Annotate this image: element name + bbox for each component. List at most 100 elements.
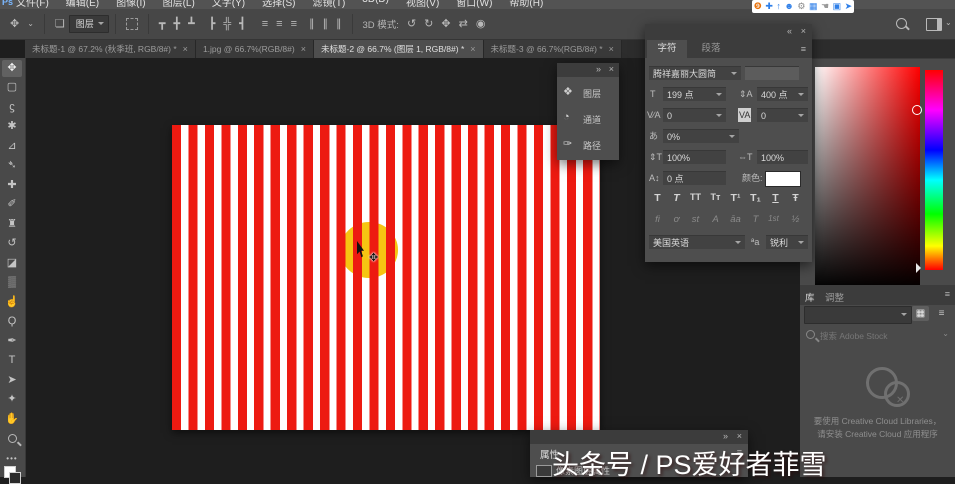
tab-paragraph[interactable]: 段落 — [691, 40, 731, 58]
canvas[interactable] — [172, 125, 600, 430]
eyedropper-tool[interactable]: ➴ — [2, 157, 22, 174]
align-vcenter-icon[interactable]: ╋ — [173, 9, 180, 39]
collapse-icon[interactable]: » — [723, 431, 728, 441]
panel-menu-icon[interactable]: ≡ — [945, 289, 950, 299]
hue-slider[interactable] — [925, 70, 943, 270]
panel-menu-icon[interactable]: ≡ — [801, 44, 806, 54]
add-icon[interactable]: ✚ — [765, 0, 773, 13]
flyout-item-layers[interactable]: 图层 — [583, 87, 601, 100]
gradient-tool[interactable]: ▒ — [2, 274, 22, 291]
expand-icon[interactable]: » — [596, 64, 601, 74]
stylistic-alternates-button[interactable]: āa — [727, 214, 744, 225]
titling-alternates-button[interactable]: T — [747, 214, 764, 225]
smudge-tool[interactable]: ☝ — [2, 294, 22, 311]
underline-button[interactable]: T — [767, 192, 784, 204]
font-size-field[interactable]: 199 点 — [663, 87, 726, 101]
align-left-icon[interactable]: ┣ — [209, 9, 216, 39]
lasso-tool[interactable]: ϛ — [2, 99, 22, 116]
discretionary-ligatures-button[interactable]: st — [687, 214, 704, 225]
shape-tool[interactable]: ✦ — [2, 391, 22, 408]
language-dropdown[interactable]: 美国英语 — [649, 235, 745, 249]
document-tab[interactable]: 未标题-3 @ 66.7%(RGB/8#) * × — [483, 39, 622, 58]
zoom-tool[interactable] — [2, 430, 22, 447]
close-icon[interactable]: × — [609, 64, 614, 74]
distribute-top-icon[interactable]: ≡ — [262, 9, 268, 39]
channels-icon[interactable]: ◔ — [563, 111, 570, 123]
vertical-scale-field[interactable]: 100% — [663, 150, 726, 164]
menu-window[interactable]: 窗口(W) — [456, 0, 492, 9]
distribute-right-icon[interactable]: ∥ — [336, 9, 342, 39]
all-caps-button[interactable]: TT — [687, 192, 704, 202]
tab-libraries[interactable]: 库 — [805, 290, 815, 304]
baseline-shift-field[interactable]: 0 点 — [663, 171, 726, 185]
menu-image[interactable]: 图像(I) — [116, 0, 145, 9]
crop-tool[interactable]: ⊿ — [2, 138, 22, 155]
close-icon[interactable]: × — [183, 44, 188, 54]
upload-icon[interactable]: ↑ — [776, 0, 781, 13]
healing-tool[interactable]: ✚ — [2, 177, 22, 194]
tab-adjustments[interactable]: 调整 — [825, 290, 844, 304]
grid-view-button[interactable]: ▦ — [912, 306, 929, 321]
clone-stamp-tool[interactable]: ♜ — [2, 216, 22, 233]
flyout-item-channels[interactable]: 通道 — [583, 113, 601, 126]
show-transform-controls-icon[interactable] — [125, 18, 138, 30]
3d-pan-icon[interactable]: ✥ — [441, 9, 450, 39]
collapse-icon[interactable]: « — [787, 26, 792, 36]
font-style-dropdown[interactable] — [745, 66, 799, 80]
superscript-button[interactable]: T¹ — [727, 192, 744, 204]
quick-select-tool[interactable]: ✱ — [2, 118, 22, 135]
proportional-spacing-field[interactable]: 0% — [663, 129, 739, 143]
gear-icon[interactable]: ⚙ — [797, 0, 805, 13]
auto-select-icon[interactable]: ❏ — [55, 9, 65, 39]
menu-edit[interactable]: 编辑(E) — [66, 0, 99, 9]
align-hcenter-icon[interactable]: ╬ — [223, 9, 231, 39]
leading-field[interactable]: 400 点 — [757, 87, 808, 101]
share-icon[interactable]: ➤ — [845, 0, 853, 13]
3d-scale-icon[interactable]: ◉ — [476, 9, 486, 39]
background-color-swatch[interactable] — [9, 472, 21, 484]
document-tab[interactable]: 未标题-1 @ 67.2% (秋季班, RGB/8#) * × — [25, 39, 196, 58]
type-tool[interactable]: T — [2, 352, 22, 369]
distribute-bottom-icon[interactable]: ≡ — [291, 9, 297, 39]
fractions-button[interactable]: ½ — [787, 214, 804, 225]
tab-character[interactable]: 字符 — [647, 40, 687, 58]
more-tools[interactable]: ••• — [2, 450, 22, 467]
face-icon[interactable]: ☻ — [784, 0, 793, 13]
properties-header[interactable]: » × — [530, 430, 748, 444]
hand-icon[interactable]: ☚ — [821, 0, 829, 13]
chevron-down-icon[interactable]: ⌄ — [942, 329, 949, 338]
keyboard-icon[interactable]: ▦ — [809, 0, 818, 13]
app-icon[interactable]: ▣ — [833, 0, 842, 13]
pen-tool[interactable]: ✒ — [2, 333, 22, 350]
close-icon[interactable]: × — [801, 26, 806, 36]
workspace-chevron-icon[interactable]: ⌄ — [945, 18, 952, 27]
library-select-dropdown[interactable] — [804, 306, 912, 324]
color-field[interactable] — [815, 67, 922, 289]
menu-layer[interactable]: 图层(L) — [163, 0, 195, 9]
anti-alias-dropdown[interactable]: 锐利 — [766, 235, 808, 249]
font-family-dropdown[interactable]: 腾祥嘉丽大圆简 — [649, 66, 741, 80]
distribute-hcenter-icon[interactable]: ∥ — [323, 9, 329, 39]
3d-roll-icon[interactable]: ↻ — [424, 9, 433, 39]
faux-italic-button[interactable]: T — [668, 192, 685, 204]
tracking-field[interactable]: 0 — [757, 108, 808, 122]
faux-bold-button[interactable]: T — [649, 192, 666, 204]
close-icon[interactable]: × — [737, 431, 742, 441]
move-tool[interactable]: ✥ — [2, 60, 22, 77]
character-panel-dragbar[interactable]: « × — [645, 24, 812, 40]
menu-view[interactable]: 视图(V) — [406, 0, 439, 9]
list-view-button[interactable]: ≡ — [933, 306, 950, 321]
path-select-tool[interactable]: ➤ — [2, 372, 22, 389]
ordinals-button[interactable]: 1st — [765, 214, 782, 223]
swash-button[interactable]: A — [707, 214, 724, 225]
close-icon[interactable]: × — [301, 44, 306, 54]
close-icon[interactable]: × — [470, 44, 475, 54]
menu-type[interactable]: 文字(Y) — [212, 0, 245, 9]
paths-icon[interactable]: ✑ — [563, 137, 572, 150]
strikethrough-button[interactable]: Ŧ — [787, 192, 804, 204]
auto-select-dropdown[interactable]: 图层 — [68, 15, 109, 33]
contextual-alternates-button[interactable]: ơ — [668, 214, 685, 225]
subscript-button[interactable]: T₁ — [747, 192, 764, 204]
menu-filter[interactable]: 滤镜(T) — [313, 0, 346, 9]
marquee-tool[interactable]: ▢ — [2, 79, 22, 96]
